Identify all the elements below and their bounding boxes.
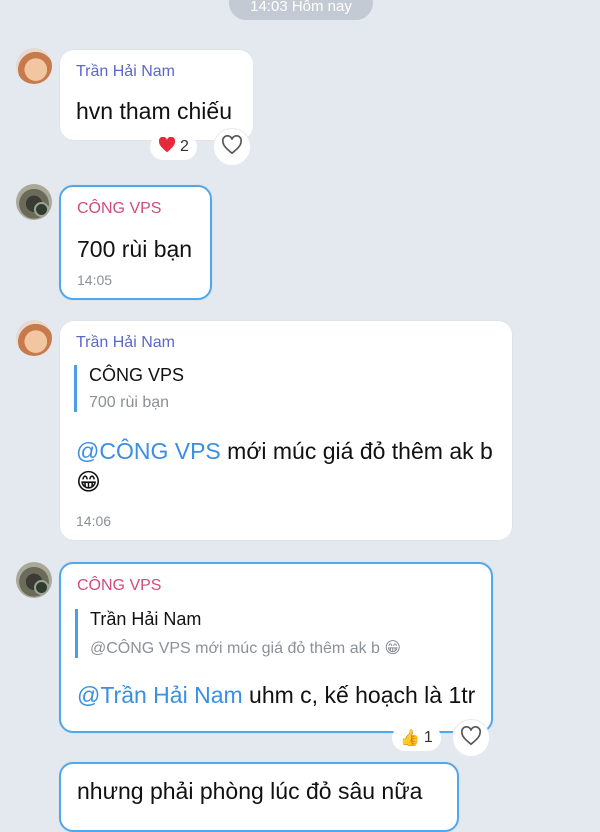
avatar[interactable] (16, 184, 52, 220)
avatar[interactable] (16, 48, 52, 84)
date-separator: 14:03 Hôm nay (229, 0, 373, 20)
avatar[interactable] (16, 562, 52, 598)
message-bubble[interactable]: nhưng phải phòng lúc đỏ sâu nữa (59, 762, 459, 832)
quote-sender: CÔNG VPS (89, 365, 185, 385)
mention-link[interactable]: @Trần Hải Nam (77, 682, 243, 708)
message-body: uhm c, kế hoạch là 1tr (242, 682, 476, 708)
reaction-badge[interactable]: 2 (150, 134, 197, 160)
mention-link[interactable]: @CÔNG VPS (76, 438, 221, 464)
message-bubble[interactable]: CÔNG VPS Trần Hải Nam @CÔNG VPS mới múc … (59, 562, 493, 733)
quote-text: 700 rùi bạn (89, 394, 170, 411)
heart-outline-icon (221, 134, 243, 160)
like-button[interactable] (213, 128, 251, 166)
heart-icon (158, 136, 176, 158)
message-body: mới múc giá đỏ thêm ak b (220, 438, 493, 464)
reaction-count: 1 (423, 729, 433, 746)
message-text: @Trần Hải Nam uhm c, kế hoạch là 1tr (77, 682, 475, 709)
status-dot (34, 202, 49, 217)
sender-name[interactable]: CÔNG VPS (77, 577, 161, 595)
thumbs-up-icon: 👍 (400, 730, 420, 747)
message-bubble[interactable]: Trần Hải Nam hvn tham chiếu (60, 50, 253, 140)
quote-sender: Trần Hải Nam (90, 609, 202, 629)
status-dot (34, 580, 49, 595)
message-bubble[interactable]: Trần Hải Nam CÔNG VPS 700 rùi bạn @CÔNG … (60, 321, 512, 540)
sender-name[interactable]: Trần Hải Nam (76, 334, 175, 352)
heart-outline-icon (460, 725, 482, 751)
reaction-badge[interactable]: 👍 1 (392, 725, 441, 751)
reply-quote[interactable]: CÔNG VPS 700 rùi bạn (74, 365, 184, 412)
reply-quote[interactable]: Trần Hải Nam @CÔNG VPS mới múc giá đỏ th… (75, 609, 401, 658)
message-text: @CÔNG VPS mới múc giá đỏ thêm ak b (76, 438, 493, 465)
reaction-count: 2 (180, 138, 189, 155)
message-time: 14:06 (76, 513, 112, 529)
avatar[interactable] (16, 320, 52, 356)
message-text: hvn tham chiếu (76, 98, 232, 124)
sender-name[interactable]: Trần Hải Nam (76, 63, 175, 81)
message-bubble[interactable]: CÔNG VPS 700 rùi bạn 14:05 (59, 185, 212, 300)
message-text: nhưng phải phòng lúc đỏ sâu nữa (77, 778, 423, 804)
message-time: 14:05 (77, 272, 113, 288)
quote-text: @CÔNG VPS mới múc giá đỏ thêm ak b 😁 (90, 640, 402, 657)
emoji: 😁 (76, 469, 102, 496)
sender-name[interactable]: CÔNG VPS (77, 200, 161, 218)
message-text: 700 rùi bạn (77, 236, 193, 262)
like-button[interactable] (452, 719, 490, 757)
